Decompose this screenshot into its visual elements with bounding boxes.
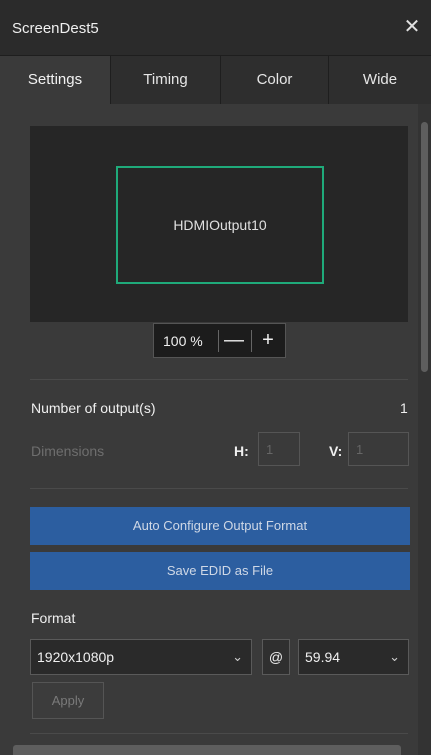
dimensions-label: Dimensions: [31, 443, 105, 459]
number-of-outputs-label: Number of output(s): [31, 400, 156, 416]
title-bar: ScreenDest5 ✕: [0, 0, 431, 56]
zoom-separator: [218, 330, 219, 352]
output-name: HDMIOutput10: [173, 217, 267, 233]
window-title: ScreenDest5: [12, 20, 99, 37]
tab-timing[interactable]: Timing: [111, 56, 221, 104]
tab-settings[interactable]: Settings: [0, 56, 111, 104]
v-label: V:: [329, 443, 343, 459]
zoom-in-button[interactable]: +: [254, 327, 282, 355]
refresh-rate-value: 59.94: [305, 649, 341, 665]
zoom-out-button[interactable]: —: [220, 327, 248, 355]
format-label: Format: [31, 610, 76, 626]
apply-button[interactable]: Apply: [32, 682, 104, 719]
number-of-outputs-value: 1: [400, 400, 408, 416]
divider: [30, 733, 408, 734]
v-dimension-input[interactable]: 1: [348, 432, 409, 466]
at-symbol: @: [262, 639, 290, 675]
tab-bar: Settings Timing Color Wide: [0, 56, 431, 104]
vertical-scrollbar-thumb[interactable]: [421, 122, 428, 372]
divider: [30, 488, 408, 489]
zoom-control: 100 % — +: [153, 323, 286, 358]
resolution-value: 1920x1080p: [37, 649, 115, 665]
horizontal-scrollbar[interactable]: [13, 745, 401, 755]
chevron-down-icon: ⌄: [232, 649, 243, 664]
save-edid-button[interactable]: Save EDID as File: [30, 552, 410, 590]
h-dimension-input[interactable]: 1: [258, 432, 300, 466]
tab-wide[interactable]: Wide: [329, 56, 431, 104]
output-rectangle[interactable]: HDMIOutput10: [116, 166, 324, 284]
auto-configure-button[interactable]: Auto Configure Output Format: [30, 507, 410, 545]
output-preview: HDMIOutput10: [30, 126, 408, 322]
refresh-rate-select[interactable]: 59.94 ⌄: [298, 639, 409, 675]
chevron-down-icon: ⌄: [389, 649, 400, 664]
close-icon[interactable]: ✕: [399, 14, 425, 40]
tab-color[interactable]: Color: [221, 56, 329, 104]
zoom-level: 100 %: [163, 333, 203, 349]
resolution-select[interactable]: 1920x1080p ⌄: [30, 639, 252, 675]
zoom-separator: [251, 330, 252, 352]
h-label: H:: [234, 443, 249, 459]
divider: [30, 379, 408, 380]
